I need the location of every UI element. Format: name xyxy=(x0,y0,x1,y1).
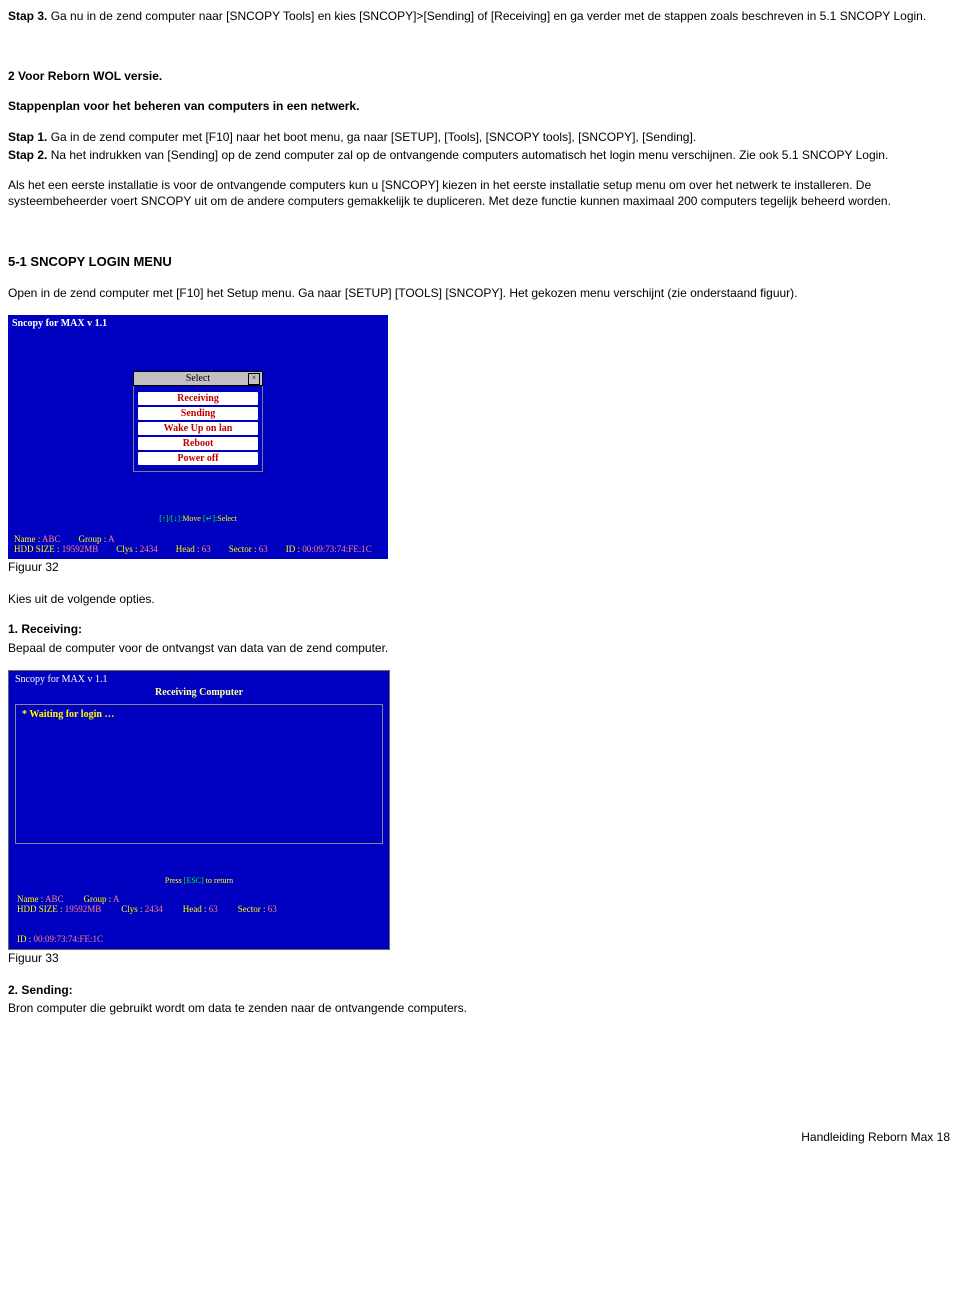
fig33-hint: Press [ESC] to return xyxy=(9,874,389,893)
close-icon[interactable]: × xyxy=(248,373,260,385)
step1-label: Stap 1. xyxy=(8,130,47,144)
step1-paragraph: Stap 1. Ga in de zend computer met [F10]… xyxy=(8,129,952,145)
step2-label: Stap 2. xyxy=(8,148,47,162)
menu-item-wol[interactable]: Wake Up on lan xyxy=(138,422,258,435)
option2-text: Bron computer die gebruikt wordt om data… xyxy=(8,1000,952,1016)
hint-enter: [↵]: xyxy=(203,514,217,523)
fig33-app-title: Sncopy for MAX v 1.1 xyxy=(9,671,389,685)
head-value: 63 xyxy=(209,904,218,914)
hdd-label: HDD SIZE : xyxy=(14,544,60,554)
sector-label: Sector : xyxy=(229,544,257,554)
fig33-caption: Figuur 33 xyxy=(8,950,952,966)
menu-item-poweroff[interactable]: Power off xyxy=(138,452,258,465)
fig32-footer: Name : ABC Group : A HDD SIZE : 19592MB … xyxy=(8,533,388,555)
sector-label: Sector : xyxy=(238,904,266,914)
select-title: Select xyxy=(186,373,210,384)
fig33-subtitle: Receiving Computer xyxy=(9,685,389,704)
name-label: Name : xyxy=(17,894,43,904)
hint-arrows: [↑]/[↓]: xyxy=(159,514,182,523)
hint-return: to return xyxy=(204,876,233,885)
step1-text: Ga in de zend computer met [F10] naar he… xyxy=(47,130,696,144)
fig32-hint: [↑]/[↓]:Move [↵]:Select xyxy=(8,512,388,533)
clys-value: 2434 xyxy=(140,544,158,554)
group-value: A xyxy=(113,894,120,904)
step2-text: Na het indrukken van [Sending] op de zen… xyxy=(47,148,888,162)
hdd-value: 19592MB xyxy=(65,904,102,914)
figure-32-dialog: Sncopy for MAX v 1.1 Select × Receiving … xyxy=(8,315,388,559)
id-label: ID : xyxy=(286,544,300,554)
select-box: Select × Receiving Sending Wake Up on la… xyxy=(133,371,263,472)
fig32-caption: Figuur 32 xyxy=(8,559,952,575)
id-value: 00:09:73:74:FE:1C xyxy=(34,934,104,944)
step2-paragraph: Stap 2. Na het indrukken van [Sending] o… xyxy=(8,147,952,163)
menu-item-receiving[interactable]: Receiving xyxy=(138,392,258,405)
id-value: 00:09:73:74:FE:1C xyxy=(302,544,372,554)
group-value: A xyxy=(108,534,115,544)
clys-label: Clys : xyxy=(121,904,142,914)
hint-move: Move xyxy=(182,514,203,523)
name-value: ABC xyxy=(42,534,61,544)
sector-value: 63 xyxy=(259,544,268,554)
head-label: Head : xyxy=(183,904,207,914)
head-label: Head : xyxy=(176,544,200,554)
sector-value: 63 xyxy=(268,904,277,914)
hdd-label: HDD SIZE : xyxy=(17,904,63,914)
option2-label: 2. Sending: xyxy=(8,982,952,998)
section2-heading: 2 Voor Reborn WOL versie. xyxy=(8,68,952,84)
name-value: ABC xyxy=(45,894,64,904)
section5-1-intro: Open in de zend computer met [F10] het S… xyxy=(8,285,952,301)
group-label: Group : xyxy=(84,894,112,904)
select-header: Select × xyxy=(133,371,263,386)
head-value: 63 xyxy=(202,544,211,554)
fig32-app-title: Sncopy for MAX v 1.1 xyxy=(8,315,388,331)
hdd-value: 19592MB xyxy=(62,544,99,554)
clys-value: 2434 xyxy=(145,904,163,914)
name-label: Name : xyxy=(14,534,40,544)
section2-para2: Als het een eerste installatie is voor d… xyxy=(8,177,952,209)
hint-esc-key: [ESC] xyxy=(184,876,204,885)
section5-1-heading: 5-1 SNCOPY LOGIN MENU xyxy=(8,253,952,271)
step3-text: Ga nu in de zend computer naar [SNCOPY T… xyxy=(47,9,926,23)
id-label: ID : xyxy=(17,934,31,944)
fig33-panel: * Waiting for login … xyxy=(15,704,383,844)
select-body: Receiving Sending Wake Up on lan Reboot … xyxy=(133,386,263,472)
menu-item-reboot[interactable]: Reboot xyxy=(138,437,258,450)
hint-select: Select xyxy=(217,514,237,523)
option1-text: Bepaal de computer voor de ontvangst van… xyxy=(8,640,952,656)
clys-label: Clys : xyxy=(116,544,137,554)
fig33-footer: Name : ABC Group : A HDD SIZE : 19592MB … xyxy=(9,893,389,945)
options-intro: Kies uit de volgende opties. xyxy=(8,591,952,607)
section2-subheading: Stappenplan voor het beheren van compute… xyxy=(8,98,952,114)
step3-label: Stap 3. xyxy=(8,9,47,23)
fig33-waiting: * Waiting for login … xyxy=(22,709,376,720)
option1-label: 1. Receiving: xyxy=(8,621,952,637)
step3-paragraph: Stap 3. Ga nu in de zend computer naar [… xyxy=(8,8,952,24)
page-footer: Handleiding Reborn Max 18 xyxy=(801,1130,950,1144)
group-label: Group : xyxy=(79,534,107,544)
hint-press: Press xyxy=(165,876,184,885)
figure-33-dialog: Sncopy for MAX v 1.1 Receiving Computer … xyxy=(8,670,390,950)
menu-item-sending[interactable]: Sending xyxy=(138,407,258,420)
